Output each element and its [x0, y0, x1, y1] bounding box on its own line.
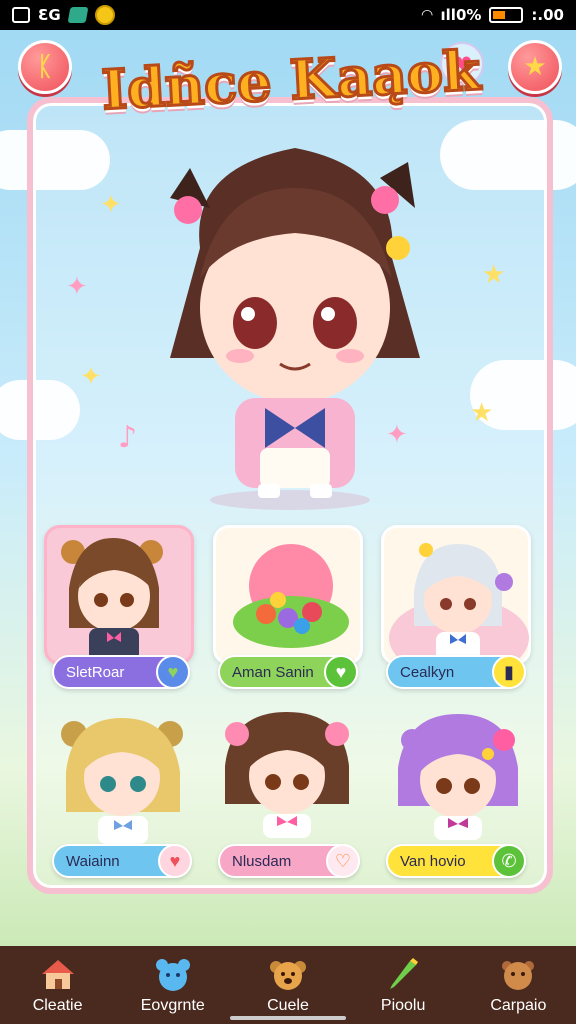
- character-name-tag[interactable]: SletRoar ♥: [52, 655, 190, 689]
- bottom-nav: Cleatie Eovgrnte Cuele Pioolu Carpaio: [0, 946, 576, 1024]
- character-card[interactable]: [215, 700, 365, 840]
- phone-icon[interactable]: ✆: [492, 844, 526, 878]
- sparkle-icon: ✦: [80, 362, 102, 392]
- back-button[interactable]: ᛕ: [18, 40, 72, 94]
- character-name: Cealkyn: [400, 663, 455, 681]
- wifi-icon: ◠: [421, 7, 433, 23]
- back-icon: ᛕ: [37, 52, 53, 82]
- nav-label: Cleatie: [32, 997, 83, 1014]
- heart-icon[interactable]: ♥: [324, 655, 358, 689]
- nav-item-cleatie[interactable]: Cleatie: [4, 955, 112, 1015]
- app-icon: [67, 7, 89, 23]
- nav-item-cuele[interactable]: Cuele: [234, 955, 342, 1015]
- bear-icon: [152, 955, 194, 993]
- pencil-icon: [382, 955, 424, 993]
- food-portrait: [233, 544, 349, 648]
- nav-item-pioolu[interactable]: Pioolu: [349, 955, 457, 1015]
- character-portrait: [61, 538, 163, 662]
- character-name-tag[interactable]: Aman Sanin ♥: [218, 655, 358, 689]
- character-card[interactable]: [381, 525, 531, 668]
- signal-text: ıll0%: [440, 6, 482, 24]
- heart-icon[interactable]: ♡: [326, 844, 360, 878]
- house-icon: [37, 955, 79, 993]
- character-name-tag[interactable]: Cealkyn ▮: [386, 655, 526, 689]
- character-portrait: [225, 712, 349, 838]
- battery-icon: [489, 7, 524, 23]
- coin-icon: [94, 5, 115, 25]
- character-name: SletRoar: [66, 663, 125, 681]
- network-label: ƐG: [38, 6, 61, 24]
- character-card[interactable]: [52, 708, 202, 848]
- character-name-tag[interactable]: Waiainn ♥: [52, 844, 192, 878]
- favorite-button[interactable]: ★: [508, 40, 562, 94]
- character-name: Aman Sanin: [232, 663, 314, 681]
- dog-icon: [267, 955, 309, 993]
- character-card[interactable]: [388, 702, 538, 842]
- nav-item-carpaio[interactable]: Carpaio: [464, 955, 572, 1015]
- heart-icon[interactable]: ♥: [158, 844, 192, 878]
- nav-item-eovgrnte[interactable]: Eovgrnte: [119, 955, 227, 1015]
- status-bar: ƐG ◠ ıll0% :.00: [0, 0, 576, 30]
- character-name: Van hovio: [400, 852, 466, 870]
- qr-icon: [12, 7, 30, 23]
- phone-icon[interactable]: ▮: [492, 655, 526, 689]
- character-name: Nlusdam: [232, 852, 292, 870]
- nav-label: Eovgrnte: [140, 997, 205, 1014]
- character-name-tag[interactable]: Van hovio ✆: [386, 844, 526, 878]
- character-card[interactable]: [44, 525, 194, 665]
- nav-label: Pioolu: [380, 997, 426, 1014]
- nav-label: Carpaio: [490, 997, 547, 1014]
- home-indicator: [230, 1016, 346, 1020]
- character-name: Waiainn: [66, 852, 120, 870]
- sparkle-icon: ★: [482, 260, 506, 290]
- character-card[interactable]: [213, 525, 363, 665]
- clock: :.00: [531, 6, 564, 24]
- character-name-tag[interactable]: Nlusdam ♡: [218, 844, 360, 878]
- character-portrait: [389, 543, 529, 668]
- star-icon: ★: [523, 52, 547, 82]
- sparkle-icon: ✦: [66, 272, 88, 302]
- heart-icon[interactable]: ♥: [156, 655, 190, 689]
- character-portrait: [398, 714, 518, 840]
- sparkle-icon: ★: [470, 398, 494, 428]
- nav-label: Cuele: [267, 997, 309, 1014]
- featured-character[interactable]: [130, 128, 460, 518]
- sparkle-icon: ✦: [100, 190, 122, 220]
- character-portrait: [61, 718, 183, 844]
- bag-icon: [497, 955, 539, 993]
